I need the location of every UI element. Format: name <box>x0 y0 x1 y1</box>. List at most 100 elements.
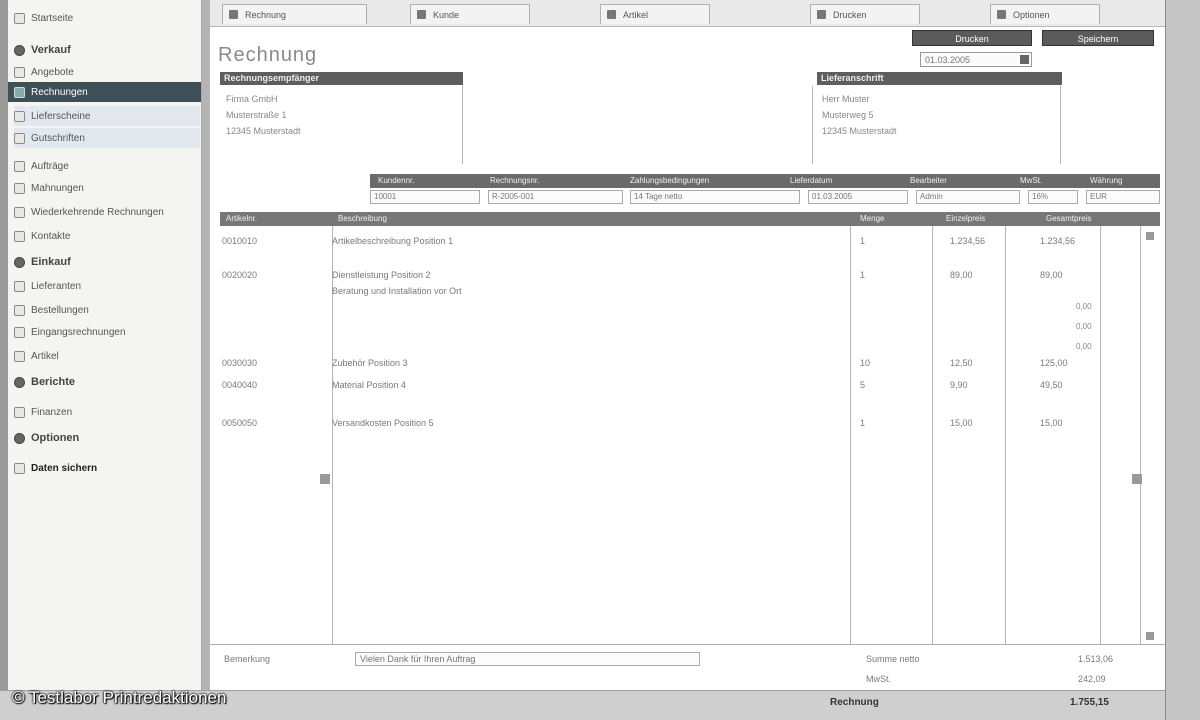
item-quantity[interactable]: 1 <box>860 418 865 428</box>
grid-column-divider <box>1100 226 1101 644</box>
scroll-down-arrow-icon[interactable] <box>1146 632 1154 640</box>
column-header[interactable]: Beschreibung <box>338 212 387 226</box>
sidebar-item[interactable]: Wiederkehrende Rechnungen <box>14 202 200 222</box>
item-unit-price[interactable]: 9,90 <box>950 380 968 390</box>
item-number[interactable]: 0010010 <box>222 236 257 246</box>
sidebar-item[interactable]: Startseite <box>14 8 200 28</box>
item-unit-price[interactable]: 15,00 <box>950 418 973 428</box>
sidebar-item-label: Optionen <box>31 432 80 444</box>
page-icon <box>14 326 25 338</box>
tab-invoice[interactable]: Rechnung <box>222 4 367 24</box>
gear-icon <box>997 10 1006 19</box>
item-description[interactable]: Versandkosten Position 5 <box>332 418 434 428</box>
item-unit-price[interactable]: 89,00 <box>950 270 973 280</box>
scroll-up-arrow-icon[interactable] <box>1146 232 1154 240</box>
sidebar-item[interactable]: Eingangsrechnungen <box>14 322 200 342</box>
invoice-number-field[interactable]: R-2005-001 <box>488 190 623 204</box>
save-button[interactable]: Speichern <box>1042 30 1154 46</box>
item-number[interactable]: 0040040 <box>222 380 257 390</box>
print-button[interactable]: Drucken <box>912 30 1032 46</box>
item-total[interactable]: 15,00 <box>1040 418 1063 428</box>
item-number[interactable]: 0020020 <box>222 270 257 280</box>
item-description[interactable]: Dienstleistung Position 2 <box>332 270 431 280</box>
sidebar-item[interactable]: Aufträge <box>14 156 200 176</box>
billing-address-header: Rechnungsempfänger <box>220 72 463 85</box>
sidebar-item[interactable]: Lieferscheine <box>14 106 200 126</box>
sidebar-item-label: Daten sichern <box>31 462 98 474</box>
item-quantity[interactable]: 1 <box>860 270 865 280</box>
page-icon <box>14 406 25 418</box>
calendar-icon[interactable] <box>1020 55 1029 64</box>
item-total[interactable]: 1.234,56 <box>1040 236 1075 246</box>
status-document-type: Rechnung <box>830 697 879 708</box>
tab-items[interactable]: Artikel <box>600 4 710 24</box>
sidebar-item[interactable]: Rechnungen <box>8 82 201 102</box>
sidebar-item-label: Artikel <box>31 350 59 362</box>
item-unit-price[interactable]: 1.234,56 <box>950 236 985 246</box>
tab-options[interactable]: Optionen <box>990 4 1100 24</box>
sidebar-item[interactable]: Kontakte <box>14 226 200 246</box>
column-header[interactable]: Gesamtpreis <box>1046 212 1091 226</box>
currency-field[interactable]: EUR <box>1086 190 1160 204</box>
sidebar-item[interactable]: Finanzen <box>14 402 200 422</box>
billing-address-line[interactable]: 12345 Musterstadt <box>226 126 301 136</box>
divider <box>812 86 813 164</box>
sidebar-item[interactable]: Einkauf <box>14 252 200 272</box>
item-unit-price[interactable]: 12,50 <box>950 358 973 368</box>
sidebar-item[interactable]: Mahnungen <box>14 178 200 198</box>
clerk-field[interactable]: Admin <box>916 190 1020 204</box>
delivery-address-line[interactable]: Herr Muster <box>822 94 870 104</box>
item-total[interactable]: 125,00 <box>1040 358 1068 368</box>
sidebar-item[interactable]: Lieferanten <box>14 276 200 296</box>
item-total[interactable]: 89,00 <box>1040 270 1063 280</box>
item-description-line2[interactable]: Beratung und Installation vor Ort <box>332 286 462 296</box>
page-icon <box>14 230 25 242</box>
item-total[interactable]: 49,50 <box>1040 380 1063 390</box>
sidebar-item-label: Mahnungen <box>31 182 84 194</box>
billing-address-line[interactable]: Musterstraße 1 <box>226 110 287 120</box>
item-number[interactable]: 0030030 <box>222 358 257 368</box>
item-description[interactable]: Zubehör Position 3 <box>332 358 408 368</box>
sidebar-item[interactable]: Optionen <box>14 428 200 448</box>
line-items-header: Artikelnr. Beschreibung Menge Einzelprei… <box>220 212 1160 226</box>
item-quantity[interactable]: 5 <box>860 380 865 390</box>
date-field[interactable]: 01.03.2005 <box>920 52 1032 67</box>
note-input[interactable]: Vielen Dank für Ihren Auftrag <box>355 652 700 666</box>
sidebar-item[interactable]: Verkauf <box>14 40 200 60</box>
item-quantity[interactable]: 1 <box>860 236 865 246</box>
payment-terms-field[interactable]: 14 Tage netto <box>630 190 800 204</box>
sidebar-item-label: Wiederkehrende Rechnungen <box>31 206 164 218</box>
item-quantity[interactable]: 10 <box>860 358 870 368</box>
column-header[interactable]: Artikelnr. <box>226 212 257 226</box>
vat-field[interactable]: 16% <box>1028 190 1078 204</box>
page-icon <box>14 462 25 474</box>
item-description[interactable]: Artikelbeschreibung Position 1 <box>332 236 453 246</box>
sidebar-item[interactable]: Artikel <box>14 346 200 366</box>
item-description[interactable]: Material Position 4 <box>332 380 406 390</box>
column-header[interactable]: Menge <box>860 212 884 226</box>
delivery-date-field[interactable]: 01.03.2005 <box>808 190 908 204</box>
sidebar-item[interactable]: Gutschriften <box>14 128 200 148</box>
sidebar-item-label: Angebote <box>31 66 74 78</box>
customer-number-field[interactable]: 10001 <box>370 190 480 204</box>
sidebar-item[interactable]: Berichte <box>14 372 200 392</box>
item-number[interactable]: 0050050 <box>222 418 257 428</box>
page-icon <box>14 12 25 24</box>
sidebar-item-label: Rechnungen <box>31 86 88 98</box>
sidebar-item-label: Eingangsrechnungen <box>31 326 126 338</box>
sidebar-item-label: Kontakte <box>31 230 71 242</box>
sidebar-item-label: Einkauf <box>31 256 71 268</box>
delivery-address-line[interactable]: 12345 Musterstadt <box>822 126 897 136</box>
tab-customer[interactable]: Kunde <box>410 4 530 24</box>
tab-print[interactable]: Drucken <box>810 4 920 24</box>
sidebar-item[interactable]: Angebote <box>14 62 200 82</box>
sidebar-item[interactable]: Bestellungen <box>14 300 200 320</box>
billing-address-line[interactable]: Firma GmbH <box>226 94 278 104</box>
sidebar-item[interactable]: Daten sichern <box>14 458 200 478</box>
delivery-address-line[interactable]: Musterweg 5 <box>822 110 874 120</box>
scroll-left-arrow-icon[interactable] <box>320 474 330 484</box>
net-total-value: 1.513,06 <box>1078 654 1114 664</box>
column-header[interactable]: Einzelpreis <box>946 212 985 226</box>
scroll-right-arrow-icon[interactable] <box>1132 474 1142 484</box>
splitter[interactable] <box>202 0 210 720</box>
